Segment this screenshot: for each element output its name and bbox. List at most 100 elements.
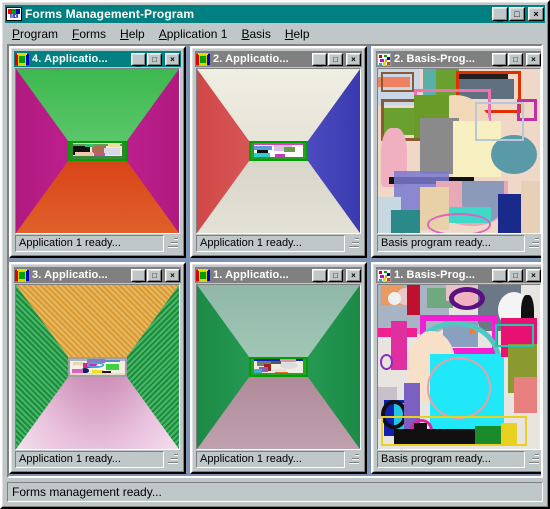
- child-title-app4: 4. Applicatio...: [32, 53, 108, 65]
- child-window-app3[interactable]: 3. Applicatio... _ □ × Application 1 rea…: [9, 262, 186, 474]
- minimize-button[interactable]: _: [131, 52, 146, 67]
- status-text: Application 1 ready...: [196, 451, 345, 468]
- close-button[interactable]: ×: [346, 52, 361, 66]
- status-text: Application 1 ready...: [196, 235, 345, 252]
- artwork: [70, 143, 125, 159]
- maximize-button[interactable]: □: [328, 268, 343, 282]
- menu-item-forms[interactable]: Forms: [65, 26, 113, 42]
- menu-item-application-1[interactable]: Application 1: [152, 26, 235, 42]
- menubar: PProgramrogram Forms Help Application 1 …: [5, 25, 545, 43]
- spool-icon[interactable]: [15, 52, 29, 66]
- resize-grip[interactable]: [345, 235, 361, 252]
- child-titlebar-app3[interactable]: 3. Applicatio... _ □ ×: [14, 267, 181, 283]
- maximize-button[interactable]: □: [328, 52, 343, 66]
- child-controls-app4: _ □ ×: [130, 52, 180, 67]
- artwork: [251, 143, 306, 159]
- child-controls-app1: _ □ ×: [311, 268, 361, 283]
- close-button[interactable]: ×: [346, 268, 361, 282]
- close-button[interactable]: ×: [526, 268, 541, 282]
- child-window-basis2[interactable]: 2. Basis-Prog... _ □ × Basis program rea…: [371, 46, 541, 258]
- status-text: Basis program ready...: [377, 235, 525, 252]
- status-text: Application 1 ready...: [15, 451, 164, 468]
- main-titlebar[interactable]: MDI Forms Management-Program _ □ ×: [5, 5, 545, 23]
- status-text: Application 1 ready...: [15, 235, 164, 252]
- close-button[interactable]: ×: [165, 52, 180, 66]
- close-button[interactable]: ×: [528, 7, 544, 21]
- canvas-app1[interactable]: [196, 284, 361, 450]
- confetti-icon[interactable]: [377, 268, 391, 282]
- main-window-controls: _ □ ×: [491, 7, 544, 23]
- child-title-app2: 2. Applicatio...: [213, 53, 289, 65]
- resize-grip[interactable]: [164, 235, 180, 252]
- child-title-app1: 1. Applicatio...: [213, 269, 289, 281]
- child-statusbar-basis2: Basis program ready...: [377, 235, 541, 252]
- child-titlebar-app1[interactable]: 1. Applicatio... _ □ ×: [195, 267, 362, 283]
- perspective-room: [197, 69, 360, 233]
- artwork-basis2: [378, 69, 540, 233]
- child-titlebar-app4[interactable]: 4. Applicatio... _ □ ×: [14, 51, 181, 67]
- maximize-button[interactable]: □: [147, 52, 162, 66]
- menu-item-help-2[interactable]: Help: [278, 26, 317, 42]
- perspective-room: [197, 285, 360, 449]
- page-title: Forms Management-Program: [25, 7, 195, 21]
- status-text: Basis program ready...: [377, 451, 525, 468]
- main-window: MDI Forms Management-Program _ □ × PProg…: [0, 0, 550, 509]
- child-controls-app2: _ □ ×: [311, 52, 361, 67]
- canvas-app2[interactable]: [196, 68, 361, 234]
- resize-grip[interactable]: [164, 451, 180, 468]
- minimize-button[interactable]: _: [312, 268, 327, 283]
- canvas-basis1[interactable]: [377, 284, 541, 450]
- mdi-icon[interactable]: MDI: [6, 7, 22, 21]
- child-titlebar-basis2[interactable]: 2. Basis-Prog... _ □ ×: [376, 51, 541, 67]
- perspective-room: [16, 285, 179, 449]
- canvas-app3[interactable]: [15, 284, 180, 450]
- artwork: [251, 359, 306, 375]
- main-statusbar: Forms management ready...: [7, 482, 543, 502]
- resize-grip[interactable]: [345, 451, 361, 468]
- canvas-basis2[interactable]: [377, 68, 541, 234]
- minimize-button[interactable]: _: [492, 52, 507, 67]
- menu-item-help[interactable]: Help: [113, 26, 152, 42]
- maximize-button[interactable]: □: [508, 268, 523, 282]
- child-controls-basis2: _ □ ×: [491, 52, 541, 67]
- resize-grip[interactable]: [525, 235, 541, 252]
- close-button[interactable]: ×: [165, 268, 180, 282]
- child-titlebar-app2[interactable]: 2. Applicatio... _ □ ×: [195, 51, 362, 67]
- minimize-button[interactable]: _: [492, 7, 508, 23]
- spool-icon[interactable]: [196, 52, 210, 66]
- child-title-basis2: 2. Basis-Prog...: [394, 53, 476, 65]
- child-window-app2[interactable]: 2. Applicatio... _ □ × Application 1 rea…: [190, 46, 367, 258]
- child-statusbar-app2: Application 1 ready...: [196, 235, 361, 252]
- child-statusbar-app1: Application 1 ready...: [196, 451, 361, 468]
- spool-icon[interactable]: [15, 268, 29, 282]
- child-window-app1[interactable]: 1. Applicatio... _ □ × Application 1 rea…: [190, 262, 367, 474]
- maximize-button[interactable]: □: [509, 7, 525, 21]
- artwork-basis1: [378, 285, 540, 449]
- child-controls-app3: _ □ ×: [130, 268, 180, 283]
- child-controls-basis1: _ □ ×: [491, 268, 541, 283]
- minimize-button[interactable]: _: [492, 268, 507, 283]
- child-title-app3: 3. Applicatio...: [32, 269, 108, 281]
- minimize-button[interactable]: _: [312, 52, 327, 67]
- child-window-app4[interactable]: 4. Applicatio... _ □ × Application 1 rea…: [9, 46, 186, 258]
- maximize-button[interactable]: □: [147, 268, 162, 282]
- mdi-client-area: 4. Applicatio... _ □ × Application 1 rea…: [7, 44, 543, 478]
- maximize-button[interactable]: □: [508, 52, 523, 66]
- child-title-basis1: 1. Basis-Prog...: [394, 269, 476, 281]
- menu-item-basis[interactable]: Basis: [234, 26, 277, 42]
- canvas-app4[interactable]: [15, 68, 180, 234]
- spool-icon[interactable]: [196, 268, 210, 282]
- minimize-button[interactable]: _: [131, 268, 146, 283]
- menu-item-program[interactable]: PProgramrogram: [5, 26, 65, 42]
- child-titlebar-basis1[interactable]: 1. Basis-Prog... _ □ ×: [376, 267, 541, 283]
- main-status-text: Forms management ready...: [12, 485, 162, 499]
- resize-grip[interactable]: [525, 451, 541, 468]
- child-statusbar-basis1: Basis program ready...: [377, 451, 541, 468]
- confetti-icon[interactable]: [377, 52, 391, 66]
- artwork: [70, 359, 125, 375]
- perspective-room: [16, 69, 179, 233]
- close-button[interactable]: ×: [526, 52, 541, 66]
- child-statusbar-app4: Application 1 ready...: [15, 235, 180, 252]
- child-statusbar-app3: Application 1 ready...: [15, 451, 180, 468]
- child-window-basis1[interactable]: 1. Basis-Prog... _ □ × Basis program rea…: [371, 262, 541, 474]
